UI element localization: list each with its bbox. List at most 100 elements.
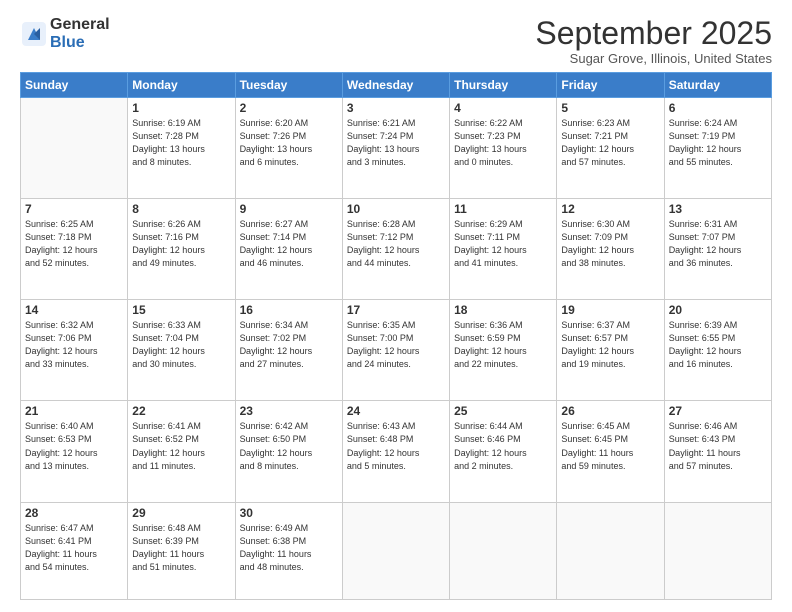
day-info: Sunrise: 6:28 AM Sunset: 7:12 PM Dayligh…	[347, 218, 445, 270]
day-info: Sunrise: 6:25 AM Sunset: 7:18 PM Dayligh…	[25, 218, 123, 270]
day-info: Sunrise: 6:49 AM Sunset: 6:38 PM Dayligh…	[240, 522, 338, 574]
day-number: 10	[347, 202, 445, 216]
day-info: Sunrise: 6:23 AM Sunset: 7:21 PM Dayligh…	[561, 117, 659, 169]
day-number: 27	[669, 404, 767, 418]
weekday-header-tuesday: Tuesday	[235, 73, 342, 98]
calendar-cell: 13Sunrise: 6:31 AM Sunset: 7:07 PM Dayli…	[664, 199, 771, 300]
day-info: Sunrise: 6:29 AM Sunset: 7:11 PM Dayligh…	[454, 218, 552, 270]
calendar-cell: 27 Sunrise: 6:46 AM Sunset: 6:43 PM Dayli…	[664, 401, 771, 502]
calendar-cell: 19 Sunrise: 6:37 AM Sunset: 6:57 PM Dayli…	[557, 300, 664, 401]
day-info: Sunrise: 6:41 AM Sunset: 6:52 PM Dayligh…	[132, 420, 230, 472]
day-number: 30	[240, 506, 338, 520]
day-number: 29	[132, 506, 230, 520]
day-info: Sunrise: 6:43 AM Sunset: 6:48 PM Dayligh…	[347, 420, 445, 472]
calendar-cell: 20 Sunrise: 6:39 AM Sunset: 6:55 PM Dayli…	[664, 300, 771, 401]
calendar-cell: 2Sunrise: 6:20 AM Sunset: 7:26 PM Daylig…	[235, 98, 342, 199]
day-number: 18	[454, 303, 552, 317]
calendar-cell: 3 Sunrise: 6:21 AM Sunset: 7:24 PM Daylig…	[342, 98, 449, 199]
calendar-cell: 17Sunrise: 6:35 AM Sunset: 7:00 PM Dayli…	[342, 300, 449, 401]
header: General Blue September 2025 Sugar Grove,…	[20, 16, 772, 66]
day-info: Sunrise: 6:31 AM Sunset: 7:07 PM Dayligh…	[669, 218, 767, 270]
calendar-cell: 12Sunrise: 6:30 AM Sunset: 7:09 PM Dayli…	[557, 199, 664, 300]
day-number: 9	[240, 202, 338, 216]
calendar-cell	[557, 502, 664, 600]
calendar-cell: 7Sunrise: 6:25 AM Sunset: 7:18 PM Daylig…	[21, 199, 128, 300]
weekday-header-wednesday: Wednesday	[342, 73, 449, 98]
day-number: 14	[25, 303, 123, 317]
day-info: Sunrise: 6:32 AM Sunset: 7:06 PM Dayligh…	[25, 319, 123, 371]
day-info: Sunrise: 6:27 AM Sunset: 7:14 PM Dayligh…	[240, 218, 338, 270]
logo: General Blue	[20, 16, 110, 51]
day-number: 24	[347, 404, 445, 418]
calendar-cell: 8Sunrise: 6:26 AM Sunset: 7:16 PM Daylig…	[128, 199, 235, 300]
calendar-cell	[21, 98, 128, 199]
calendar-cell: 18Sunrise: 6:36 AM Sunset: 6:59 PM Dayli…	[450, 300, 557, 401]
day-number: 23	[240, 404, 338, 418]
weekday-header-thursday: Thursday	[450, 73, 557, 98]
weekday-header-friday: Friday	[557, 73, 664, 98]
day-info: Sunrise: 6:22 AM Sunset: 7:23 PM Dayligh…	[454, 117, 552, 169]
calendar-cell: 24 Sunrise: 6:43 AM Sunset: 6:48 PM Dayli…	[342, 401, 449, 502]
day-number: 21	[25, 404, 123, 418]
day-info: Sunrise: 6:20 AM Sunset: 7:26 PM Dayligh…	[240, 117, 338, 169]
day-number: 15	[132, 303, 230, 317]
day-number: 12	[561, 202, 659, 216]
calendar-cell: 15 Sunrise: 6:33 AM Sunset: 7:04 PM Dayli…	[128, 300, 235, 401]
location: Sugar Grove, Illinois, United States	[535, 51, 772, 66]
calendar-cell: 30 Sunrise: 6:49 AM Sunset: 6:38 PM Dayli…	[235, 502, 342, 600]
calendar-week-row: 28Sunrise: 6:47 AM Sunset: 6:41 PM Dayli…	[21, 502, 772, 600]
calendar-table: SundayMondayTuesdayWednesdayThursdayFrid…	[20, 72, 772, 600]
day-info: Sunrise: 6:34 AM Sunset: 7:02 PM Dayligh…	[240, 319, 338, 371]
day-info: Sunrise: 6:45 AM Sunset: 6:45 PM Dayligh…	[561, 420, 659, 472]
logo-general: General	[50, 16, 110, 34]
calendar-cell: 14 Sunrise: 6:32 AM Sunset: 7:06 PM Dayli…	[21, 300, 128, 401]
day-info: Sunrise: 6:37 AM Sunset: 6:57 PM Dayligh…	[561, 319, 659, 371]
weekday-header-monday: Monday	[128, 73, 235, 98]
logo-text: General Blue	[50, 16, 110, 51]
day-number: 19	[561, 303, 659, 317]
day-number: 6	[669, 101, 767, 115]
calendar-cell: 21 Sunrise: 6:40 AM Sunset: 6:53 PM Dayli…	[21, 401, 128, 502]
calendar-cell: 26 Sunrise: 6:45 AM Sunset: 6:45 PM Dayli…	[557, 401, 664, 502]
calendar-cell: 4 Sunrise: 6:22 AM Sunset: 7:23 PM Daylig…	[450, 98, 557, 199]
day-info: Sunrise: 6:46 AM Sunset: 6:43 PM Dayligh…	[669, 420, 767, 472]
calendar-cell: 23Sunrise: 6:42 AM Sunset: 6:50 PM Dayli…	[235, 401, 342, 502]
calendar-week-row: 14 Sunrise: 6:32 AM Sunset: 7:06 PM Dayli…	[21, 300, 772, 401]
month-title: September 2025	[535, 16, 772, 51]
weekday-header-row: SundayMondayTuesdayWednesdayThursdayFrid…	[21, 73, 772, 98]
weekday-header-sunday: Sunday	[21, 73, 128, 98]
day-info: Sunrise: 6:48 AM Sunset: 6:39 PM Dayligh…	[132, 522, 230, 574]
day-info: Sunrise: 6:21 AM Sunset: 7:24 PM Dayligh…	[347, 117, 445, 169]
day-number: 4	[454, 101, 552, 115]
calendar-week-row: 7Sunrise: 6:25 AM Sunset: 7:18 PM Daylig…	[21, 199, 772, 300]
calendar-cell: 25Sunrise: 6:44 AM Sunset: 6:46 PM Dayli…	[450, 401, 557, 502]
calendar-cell: 1 Sunrise: 6:19 AM Sunset: 7:28 PM Daylig…	[128, 98, 235, 199]
day-number: 16	[240, 303, 338, 317]
day-number: 3	[347, 101, 445, 115]
page: General Blue September 2025 Sugar Grove,…	[0, 0, 792, 612]
day-number: 20	[669, 303, 767, 317]
calendar-week-row: 1 Sunrise: 6:19 AM Sunset: 7:28 PM Daylig…	[21, 98, 772, 199]
day-number: 26	[561, 404, 659, 418]
calendar-week-row: 21 Sunrise: 6:40 AM Sunset: 6:53 PM Dayli…	[21, 401, 772, 502]
day-info: Sunrise: 6:19 AM Sunset: 7:28 PM Dayligh…	[132, 117, 230, 169]
weekday-header-saturday: Saturday	[664, 73, 771, 98]
calendar-cell: 28Sunrise: 6:47 AM Sunset: 6:41 PM Dayli…	[21, 502, 128, 600]
calendar-cell	[342, 502, 449, 600]
calendar-cell: 5 Sunrise: 6:23 AM Sunset: 7:21 PM Daylig…	[557, 98, 664, 199]
day-number: 28	[25, 506, 123, 520]
calendar-cell: 11Sunrise: 6:29 AM Sunset: 7:11 PM Dayli…	[450, 199, 557, 300]
day-info: Sunrise: 6:39 AM Sunset: 6:55 PM Dayligh…	[669, 319, 767, 371]
logo-icon	[20, 20, 48, 48]
day-number: 8	[132, 202, 230, 216]
day-info: Sunrise: 6:40 AM Sunset: 6:53 PM Dayligh…	[25, 420, 123, 472]
day-number: 5	[561, 101, 659, 115]
day-number: 22	[132, 404, 230, 418]
title-block: September 2025 Sugar Grove, Illinois, Un…	[535, 16, 772, 66]
calendar-cell: 22 Sunrise: 6:41 AM Sunset: 6:52 PM Dayli…	[128, 401, 235, 502]
day-info: Sunrise: 6:33 AM Sunset: 7:04 PM Dayligh…	[132, 319, 230, 371]
calendar-cell	[450, 502, 557, 600]
calendar-cell: 10 Sunrise: 6:28 AM Sunset: 7:12 PM Dayli…	[342, 199, 449, 300]
logo-blue: Blue	[50, 34, 110, 52]
day-number: 1	[132, 101, 230, 115]
